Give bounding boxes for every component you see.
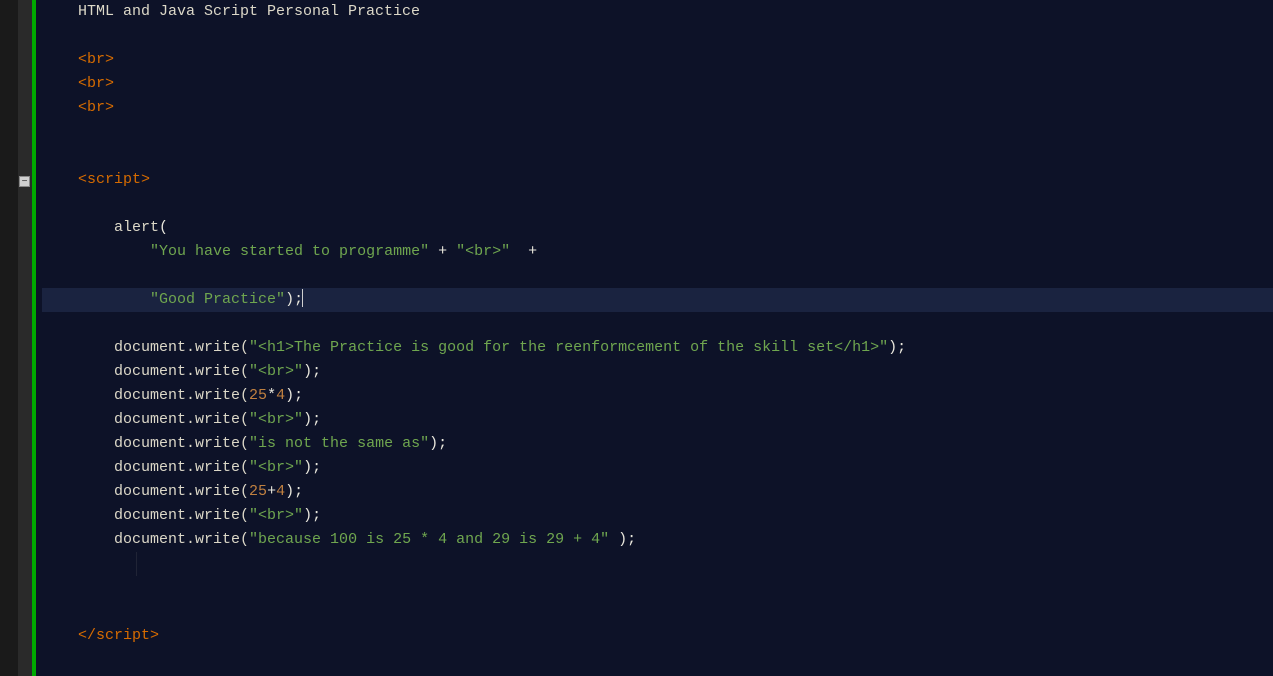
string-literal: "<br>" xyxy=(249,411,303,428)
indent xyxy=(42,459,114,476)
number-literal: 25 xyxy=(249,483,267,500)
code-line-active[interactable]: "Good Practice"); xyxy=(42,288,1273,312)
code-line[interactable]: alert( xyxy=(42,216,1273,240)
operator-multiply: * xyxy=(267,387,276,404)
operator-plus: + xyxy=(429,243,456,260)
string-literal: "because 100 is 25 * 4 and 29 is 29 + 4" xyxy=(249,531,609,548)
code-line[interactable]: document.write("<br>"); xyxy=(42,408,1273,432)
indent xyxy=(42,483,114,500)
paren-close-semicolon: ); xyxy=(285,291,303,308)
fold-collapse-icon[interactable]: − xyxy=(19,176,30,187)
code-line[interactable]: document.write("<br>"); xyxy=(42,360,1273,384)
indent xyxy=(42,291,150,308)
script-tag-open: <script> xyxy=(78,171,150,188)
code-line[interactable]: document.write(25+4); xyxy=(42,480,1273,504)
function-call: document.write( xyxy=(114,507,249,524)
number-literal: 25 xyxy=(249,387,267,404)
indent xyxy=(42,363,114,380)
code-line[interactable]: document.write("<h1>The Practice is good… xyxy=(42,336,1273,360)
indent xyxy=(42,243,150,260)
code-line[interactable]: document.write("because 100 is 25 * 4 an… xyxy=(42,528,1273,552)
indent xyxy=(42,99,78,116)
paren-close-semicolon: ); xyxy=(303,459,321,476)
operator-plus: + xyxy=(267,483,276,500)
paren-close-semicolon: ); xyxy=(303,363,321,380)
code-line[interactable]: <script> xyxy=(42,168,1273,192)
paren-close-semicolon: ); xyxy=(609,531,636,548)
indent xyxy=(42,531,114,548)
number-literal: 4 xyxy=(276,483,285,500)
code-line[interactable] xyxy=(42,144,1273,168)
code-line[interactable]: <br> xyxy=(42,96,1273,120)
indent xyxy=(42,171,78,188)
code-area[interactable]: HTML and Java Script Personal Practice <… xyxy=(36,0,1273,676)
string-literal: "Good Practice" xyxy=(150,291,285,308)
code-line[interactable]: "You have started to programme" + "<br>"… xyxy=(42,240,1273,264)
function-call: document.write( xyxy=(114,363,249,380)
code-line[interactable]: document.write("<br>"); xyxy=(42,504,1273,528)
code-line[interactable] xyxy=(42,192,1273,216)
function-call: document.write( xyxy=(114,339,249,356)
string-literal: "<br>" xyxy=(249,507,303,524)
paren-close-semicolon: ); xyxy=(429,435,447,452)
string-literal: "is not the same as" xyxy=(249,435,429,452)
indent xyxy=(42,339,114,356)
number-literal: 4 xyxy=(276,387,285,404)
paren-close-semicolon: ); xyxy=(303,411,321,428)
function-call: document.write( xyxy=(114,387,249,404)
string-literal: "<br>" xyxy=(249,459,303,476)
line-number-gutter xyxy=(0,0,18,676)
code-line[interactable] xyxy=(42,120,1273,144)
function-call: document.write( xyxy=(114,435,249,452)
code-text: HTML and Java Script Personal Practice xyxy=(42,3,420,20)
html-tag: <br> xyxy=(78,51,114,68)
code-line[interactable]: </script> xyxy=(42,624,1273,648)
paren-close-semicolon: ); xyxy=(888,339,906,356)
paren-close-semicolon: ); xyxy=(285,387,303,404)
code-line[interactable]: HTML and Java Script Personal Practice xyxy=(42,0,1273,24)
indent xyxy=(42,627,78,644)
indent xyxy=(42,51,78,68)
string-literal: "<h1>The Practice is good for the reenfo… xyxy=(249,339,888,356)
string-literal: "<br>" xyxy=(456,243,510,260)
fold-column: − xyxy=(18,0,32,676)
function-call: document.write( xyxy=(114,483,249,500)
function-call: document.write( xyxy=(114,459,249,476)
code-line[interactable] xyxy=(42,24,1273,48)
string-literal: "<br>" xyxy=(249,363,303,380)
function-call: document.write( xyxy=(114,411,249,428)
html-tag: <br> xyxy=(78,75,114,92)
indent xyxy=(42,507,114,524)
code-line[interactable] xyxy=(42,576,1273,600)
paren-open: ( xyxy=(159,219,168,236)
string-literal: "You have started to programme" xyxy=(150,243,429,260)
indent xyxy=(42,387,114,404)
function-name: alert xyxy=(114,219,159,236)
code-line[interactable] xyxy=(42,312,1273,336)
indent xyxy=(42,411,114,428)
indent xyxy=(42,219,114,236)
text-caret xyxy=(302,289,303,307)
code-line[interactable] xyxy=(42,600,1273,624)
code-editor[interactable]: − HTML and Java Script Personal Practice… xyxy=(0,0,1273,676)
code-line[interactable]: document.write("is not the same as"); xyxy=(42,432,1273,456)
indent xyxy=(42,75,78,92)
code-line[interactable]: document.write("<br>"); xyxy=(42,456,1273,480)
code-line[interactable] xyxy=(42,264,1273,288)
html-tag: <br> xyxy=(78,99,114,116)
indent xyxy=(42,435,114,452)
paren-close-semicolon: ); xyxy=(285,483,303,500)
code-line[interactable] xyxy=(42,552,1273,576)
indent-guide xyxy=(136,552,137,576)
function-call: document.write( xyxy=(114,531,249,548)
code-line[interactable]: <br> xyxy=(42,72,1273,96)
paren-close-semicolon: ); xyxy=(303,507,321,524)
operator-plus: + xyxy=(510,243,537,260)
script-tag-close: </script> xyxy=(78,627,159,644)
code-line[interactable]: document.write(25*4); xyxy=(42,384,1273,408)
code-line[interactable]: <br> xyxy=(42,48,1273,72)
